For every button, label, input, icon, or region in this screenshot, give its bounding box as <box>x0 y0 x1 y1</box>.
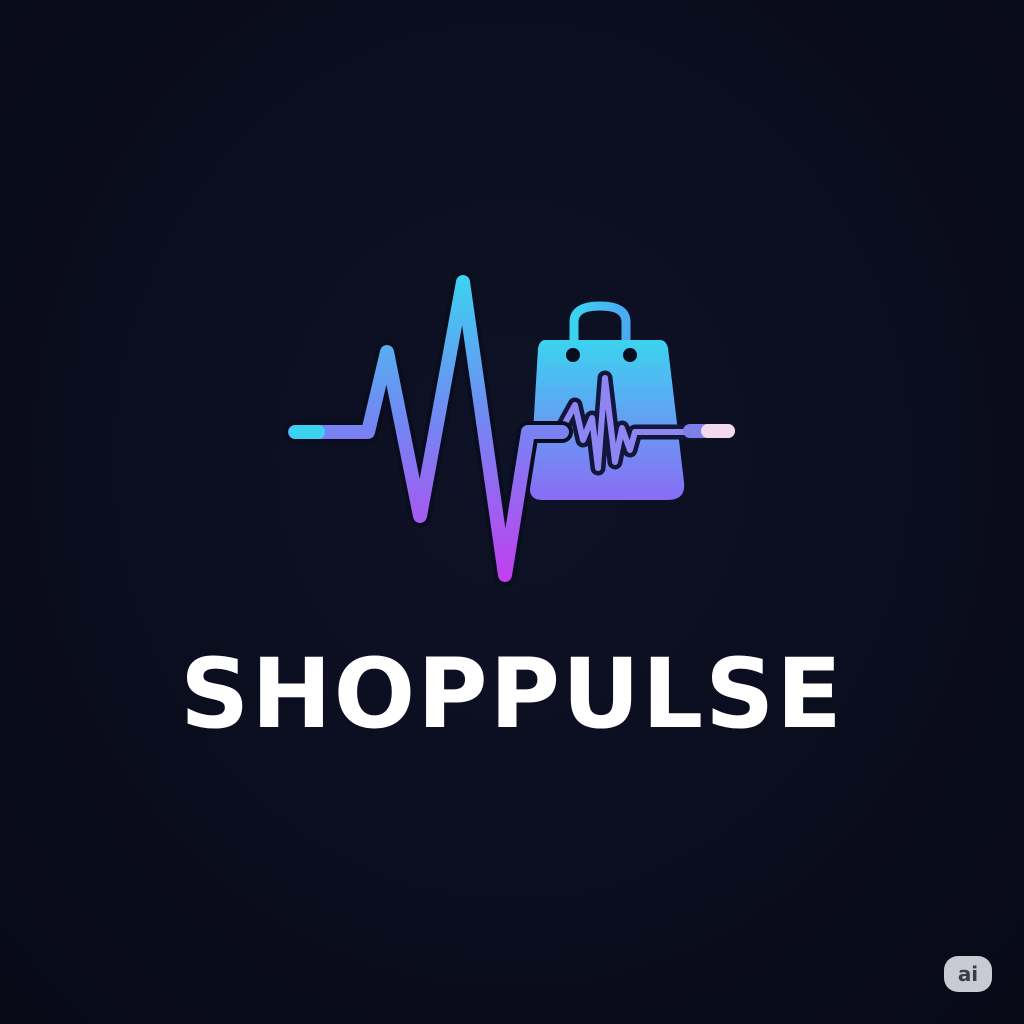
shopping-bag-icon <box>529 301 708 500</box>
brand-wordmark: SHOPPULSE <box>180 638 844 750</box>
logo-canvas: SHOPPULSE ai <box>0 0 1024 1024</box>
shoppulse-logo-mark <box>284 271 735 586</box>
ai-badge: ai <box>944 956 992 992</box>
